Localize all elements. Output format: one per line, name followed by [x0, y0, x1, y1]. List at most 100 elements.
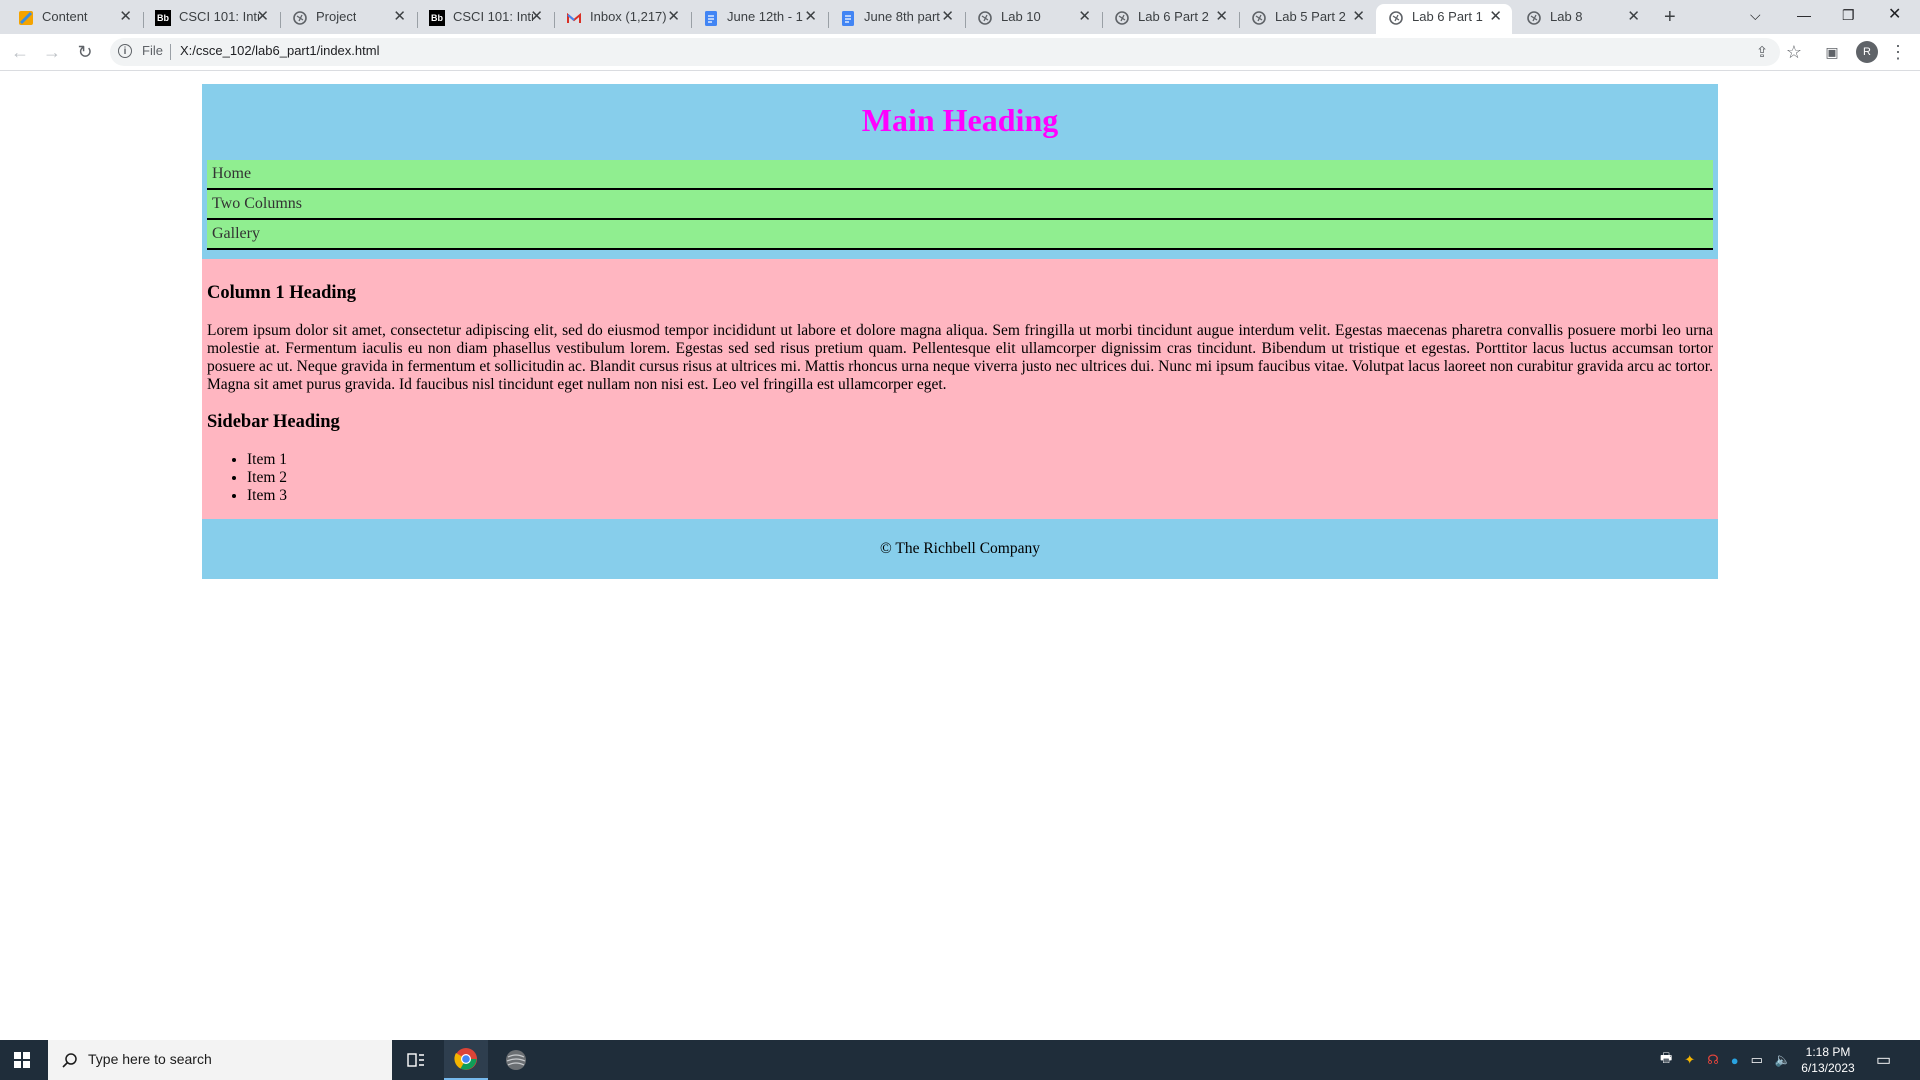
- sidebar-list: Item 1 Item 2 Item 3: [207, 451, 1713, 505]
- tab-label: Inbox (1,217): [590, 9, 667, 24]
- close-icon[interactable]: ✕: [667, 4, 680, 30]
- main-content: Column 1 Heading Lorem ipsum dolor sit a…: [202, 259, 1718, 519]
- globe-icon: [1251, 10, 1267, 26]
- profile-avatar[interactable]: R: [1856, 41, 1878, 63]
- close-icon[interactable]: ✕: [1489, 4, 1502, 30]
- lorem-paragraph: Lorem ipsum dolor sit amet, consectetur …: [207, 322, 1713, 393]
- side-panel-icon[interactable]: ▣: [1820, 40, 1844, 64]
- clock-time: 1:18 PM: [1805, 1045, 1851, 1059]
- web-page: Main Heading Home Two Columns Gallery Co…: [202, 84, 1718, 579]
- tab-inbox[interactable]: Inbox (1,217) ✕: [554, 4, 690, 34]
- tab-label: Lab 5 Part 2: [1275, 9, 1346, 24]
- blackboard-icon: Bb: [429, 10, 445, 26]
- tab-csci101-1[interactable]: Bb CSCI 101: Intro ✕: [143, 4, 279, 34]
- minimize-icon[interactable]: —: [1797, 0, 1811, 34]
- globe-icon: [977, 10, 993, 26]
- notification-icon[interactable]: ▭: [1876, 1040, 1891, 1080]
- docs-icon: [840, 10, 856, 26]
- tab-content[interactable]: Content ✕: [6, 4, 142, 34]
- task-view-icon[interactable]: [394, 1040, 438, 1080]
- globe-icon: [1388, 10, 1404, 26]
- new-tab-button[interactable]: +: [1664, 4, 1676, 30]
- volume-muted-icon[interactable]: 🔈: [1775, 1052, 1791, 1068]
- close-window-icon[interactable]: ✕: [1888, 0, 1901, 34]
- share-icon[interactable]: ⇪: [1750, 40, 1774, 64]
- tab-label: Lab 6 Part 1: [1412, 9, 1483, 24]
- network-icon[interactable]: ▭: [1751, 1052, 1763, 1068]
- taskbar-clock[interactable]: 1:18 PM 6/13/2023: [1792, 1044, 1864, 1076]
- tab-search-icon[interactable]: ⌵: [1750, 0, 1761, 34]
- address-url[interactable]: X:/csce_102/lab6_part1/index.html: [180, 43, 379, 58]
- close-icon[interactable]: ✕: [119, 4, 132, 30]
- close-icon[interactable]: ✕: [804, 4, 817, 30]
- list-item: Item 1: [247, 451, 1713, 469]
- tab-label: CSCI 101: Intro: [179, 9, 259, 24]
- clock-date: 6/13/2023: [1801, 1061, 1855, 1075]
- browser-toolbar: ← → ↻ i File X:/csce_102/lab6_part1/inde…: [0, 34, 1920, 71]
- close-icon[interactable]: ✕: [1078, 4, 1091, 30]
- security-icon[interactable]: ✦: [1684, 1052, 1695, 1068]
- tab-label: CSCI 101: Intro: [453, 9, 533, 24]
- search-icon: [62, 1052, 78, 1068]
- search-placeholder: Type here to search: [88, 1051, 212, 1067]
- gmail-icon: [566, 10, 582, 26]
- docs-icon: [703, 10, 719, 26]
- tab-label: Lab 8: [1550, 9, 1583, 24]
- address-bar[interactable]: i File X:/csce_102/lab6_part1/index.html: [110, 38, 1780, 66]
- tab-label: Lab 6 Part 2: [1138, 9, 1209, 24]
- tab-label: Project: [316, 9, 357, 24]
- printer-icon[interactable]: 🖶: [1660, 1049, 1672, 1071]
- close-icon[interactable]: ✕: [1627, 4, 1640, 30]
- tab-lab5-part2[interactable]: Lab 5 Part 2 ✕: [1239, 4, 1375, 34]
- taskbar-search[interactable]: Type here to search: [48, 1040, 392, 1080]
- list-item: Item 3: [247, 487, 1713, 505]
- column1-heading: Column 1 Heading: [207, 283, 357, 303]
- close-icon[interactable]: ✕: [393, 4, 406, 30]
- app-tray-icon[interactable]: ●: [1731, 1053, 1739, 1068]
- tab-lab6-part2[interactable]: Lab 6 Part 2 ✕: [1102, 4, 1238, 34]
- tab-june12[interactable]: June 12th - 1 ✕: [691, 4, 827, 34]
- page-title: Main Heading: [861, 102, 1059, 138]
- address-divider: [170, 44, 171, 60]
- tab-label: June 8th part: [864, 9, 940, 24]
- close-icon[interactable]: ✕: [1352, 4, 1365, 30]
- nav-home[interactable]: Home: [207, 160, 1713, 190]
- address-scheme: File: [142, 43, 163, 58]
- bookmark-star-icon[interactable]: ☆: [1782, 40, 1806, 64]
- site-header: Main Heading Home Two Columns Gallery: [202, 84, 1718, 259]
- tab-lab6-part1[interactable]: Lab 6 Part 1 ✕: [1376, 4, 1512, 34]
- site-nav: Home Two Columns Gallery: [207, 160, 1713, 250]
- reload-icon[interactable]: ↻: [73, 40, 97, 64]
- back-icon[interactable]: ←: [8, 40, 32, 64]
- close-icon[interactable]: ✕: [256, 4, 269, 30]
- app-taskbar-icon[interactable]: [494, 1040, 538, 1080]
- blackboard-icon: Bb: [155, 10, 171, 26]
- menu-kebab-icon[interactable]: ⋮: [1886, 40, 1910, 64]
- sidebar-heading: Sidebar Heading: [207, 412, 340, 432]
- site-footer: © The Richbell Company: [202, 519, 1718, 579]
- taskbar: Type here to search 🖶 ✦ ☊ ● ▭ 🔈 1:18 PM …: [0, 1040, 1920, 1080]
- tab-lab10[interactable]: Lab 10 ✕: [965, 4, 1101, 34]
- tab-label: June 12th - 1: [727, 9, 803, 24]
- close-icon[interactable]: ✕: [530, 4, 543, 30]
- tab-csci101-2[interactable]: Bb CSCI 101: Intro ✕: [417, 4, 553, 34]
- headset-icon[interactable]: ☊: [1707, 1052, 1719, 1068]
- tab-label: Content: [42, 9, 88, 24]
- forward-icon[interactable]: →: [40, 40, 64, 64]
- nav-two-columns[interactable]: Two Columns: [207, 190, 1713, 220]
- tab-lab8[interactable]: Lab 8 ✕: [1514, 4, 1650, 34]
- nav-gallery[interactable]: Gallery: [207, 220, 1713, 250]
- content-icon: [18, 10, 34, 26]
- close-icon[interactable]: ✕: [1215, 4, 1228, 30]
- close-icon[interactable]: ✕: [941, 4, 954, 30]
- windows-start-icon[interactable]: [14, 1052, 30, 1068]
- tab-june8[interactable]: June 8th part ✕: [828, 4, 964, 34]
- restore-icon[interactable]: ❐: [1842, 0, 1855, 34]
- tab-project[interactable]: Project ✕: [280, 4, 416, 34]
- info-icon[interactable]: i: [118, 44, 132, 58]
- tab-strip: Content ✕ Bb CSCI 101: Intro ✕ Project ✕…: [0, 0, 1920, 34]
- list-item: Item 2: [247, 469, 1713, 487]
- globe-icon: [1526, 10, 1542, 26]
- chrome-taskbar-icon[interactable]: [444, 1040, 488, 1080]
- globe-icon: [292, 10, 308, 26]
